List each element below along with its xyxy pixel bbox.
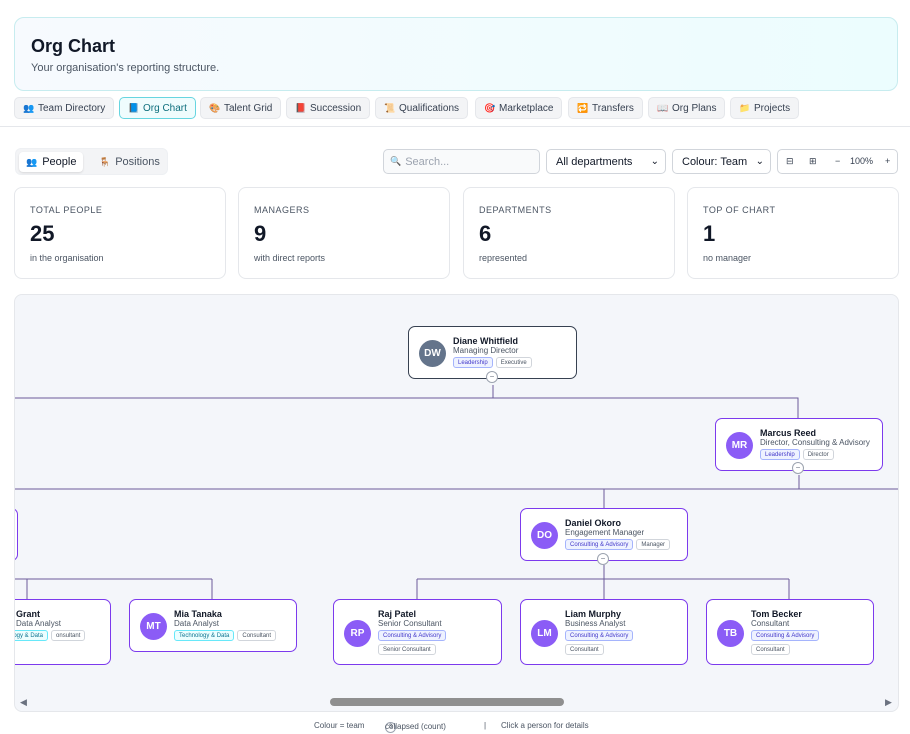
tab-transfers[interactable]: 🔁 Transfers bbox=[568, 97, 643, 119]
collapse-all-icon[interactable]: ⊟ bbox=[786, 156, 794, 167]
position-tag: Consultant bbox=[751, 644, 790, 655]
team-tag: Technology & Data bbox=[174, 630, 235, 641]
page-header: Org Chart Your organisation's reporting … bbox=[14, 17, 898, 91]
position-icon: 🪑 bbox=[99, 156, 111, 167]
person-role: Senior Consultant bbox=[378, 619, 442, 628]
org-chart-page: Org Chart Your organisation's reporting … bbox=[0, 0, 910, 734]
stat-card-total-people: TOTAL PEOPLE 25 in the organisation bbox=[14, 187, 226, 279]
person-name: Daniel Okoro bbox=[565, 518, 622, 528]
org-chart-icon: 📘 bbox=[128, 102, 140, 113]
team-tag: Consulting & Advisory bbox=[565, 630, 634, 641]
position-tag: Consultant bbox=[237, 630, 277, 641]
person-card-tom-becker[interactable]: TB Tom Becker Consultant Consulting & Ad… bbox=[706, 599, 874, 665]
zoom-controls: ⊟ ⊞ − 100% + bbox=[777, 149, 898, 174]
stat-card-top-of-chart: TOP OF CHART 1 no manager bbox=[687, 187, 899, 279]
people-icon: 👥 bbox=[23, 102, 35, 113]
position-tag: Senior Consultant bbox=[378, 644, 436, 655]
book-icon: 📖 bbox=[657, 102, 669, 113]
person-card-offscreen[interactable] bbox=[15, 508, 18, 561]
tab-team-directory[interactable]: 👥 Team Directory bbox=[14, 97, 115, 119]
person-role: Data Analyst bbox=[174, 619, 219, 628]
position-tag: onsultant bbox=[51, 630, 86, 641]
avatar: TB bbox=[717, 620, 744, 647]
zoom-level: 100% bbox=[850, 156, 874, 166]
stat-card-departments: DEPARTMENTS 6 represented bbox=[463, 187, 675, 279]
zoom-in-button[interactable]: + bbox=[885, 156, 890, 166]
position-tag: Director bbox=[802, 449, 834, 460]
search-input[interactable]: 🔍 Search... bbox=[383, 149, 540, 174]
scroll-icon: 📜 bbox=[384, 102, 396, 113]
chart-toolbar: 👥 People 🪑 Positions 🔍 Search... All depart… bbox=[0, 148, 910, 176]
person-name: Raj Patel bbox=[378, 609, 417, 619]
scroll-right-icon[interactable]: ▶ bbox=[885, 697, 892, 708]
person-name: Diane Whitfield bbox=[453, 336, 518, 346]
team-tag: Leadership bbox=[760, 449, 800, 460]
zoom-out-button[interactable]: − bbox=[835, 156, 840, 166]
position-tag: Executive bbox=[495, 357, 532, 368]
grid-icon: 🎨 bbox=[209, 102, 221, 113]
tab-marketplace[interactable]: 🎯 Marketplace bbox=[475, 97, 563, 119]
person-name: Mia Tanaka bbox=[174, 609, 222, 619]
module-tabs: 👥 Team Directory 📘 Org Chart 🎨 Talent Grid … bbox=[0, 95, 910, 127]
view-toggle: 👥 People 🪑 Positions bbox=[15, 148, 168, 175]
tab-qualifications[interactable]: 📜 Qualifications bbox=[375, 97, 469, 119]
chevron-down-icon: ⌄ bbox=[755, 156, 764, 167]
tab-org-plans[interactable]: 📖 Org Plans bbox=[648, 97, 726, 119]
team-tag: logy & Data bbox=[15, 630, 49, 641]
person-card-mia-tanaka[interactable]: MT Mia Tanaka Data Analyst Technology & … bbox=[129, 599, 297, 652]
person-role: Consultant bbox=[751, 619, 790, 628]
avatar: LM bbox=[531, 620, 558, 647]
target-icon: 🎯 bbox=[484, 102, 496, 113]
person-name: Grant bbox=[16, 609, 41, 619]
transfer-icon: 🔁 bbox=[577, 102, 589, 113]
person-name: Tom Becker bbox=[751, 609, 802, 619]
expand-all-icon[interactable]: ⊞ bbox=[809, 156, 817, 167]
department-select[interactable]: All departments ⌄ bbox=[546, 149, 666, 174]
chevron-down-icon: ⌄ bbox=[650, 156, 659, 167]
position-tag: Manager bbox=[636, 539, 671, 550]
person-card-grant[interactable]: Grant Data Analyst logy & Data onsultant bbox=[15, 599, 111, 665]
scrollbar-thumb[interactable] bbox=[330, 698, 564, 706]
chart-legend: Colour = team 3 collapsed (count) | Click… bbox=[314, 721, 589, 733]
org-chart-canvas[interactable]: DW Diane Whitfield Managing Director Lea… bbox=[14, 294, 899, 712]
avatar: DW bbox=[419, 340, 446, 367]
avatar: RP bbox=[344, 620, 371, 647]
folder-icon: 📁 bbox=[739, 102, 751, 113]
horizontal-scrollbar[interactable]: ◀ ▶ bbox=[14, 694, 899, 712]
team-tag: Consulting & Advisory bbox=[378, 630, 447, 641]
person-role: Engagement Manager bbox=[565, 528, 645, 537]
page-subtitle: Your organisation's reporting structure. bbox=[31, 62, 220, 74]
page-title: Org Chart bbox=[31, 36, 116, 56]
scroll-left-icon[interactable]: ◀ bbox=[20, 697, 27, 708]
person-role: Managing Director bbox=[453, 346, 519, 355]
collapse-toggle[interactable]: − bbox=[486, 371, 498, 383]
person-name: Marcus Reed bbox=[760, 428, 817, 438]
avatar: DO bbox=[531, 522, 558, 549]
tab-projects[interactable]: 📁 Projects bbox=[730, 97, 800, 119]
view-positions-button[interactable]: 🪑 Positions bbox=[92, 152, 167, 172]
position-tag: Consultant bbox=[565, 644, 604, 655]
tab-talent-grid[interactable]: 🎨 Talent Grid bbox=[200, 97, 282, 119]
search-icon: 🔍 bbox=[390, 156, 402, 166]
team-tag: Consulting & Advisory bbox=[565, 539, 634, 550]
tab-org-chart[interactable]: 📘 Org Chart bbox=[119, 97, 196, 119]
stat-card-managers: MANAGERS 9 with direct reports bbox=[238, 187, 450, 279]
team-tag: Leadership bbox=[453, 357, 493, 368]
view-people-button[interactable]: 👥 People bbox=[19, 152, 84, 172]
person-role: Business Analyst bbox=[565, 619, 626, 628]
avatar: MT bbox=[140, 613, 167, 640]
collapse-toggle[interactable]: − bbox=[597, 553, 609, 565]
team-tag: Consulting & Advisory bbox=[751, 630, 820, 641]
avatar: MR bbox=[726, 432, 753, 459]
person-role: Data Analyst bbox=[16, 619, 61, 628]
person-card-raj-patel[interactable]: RP Raj Patel Senior Consultant Consultin… bbox=[333, 599, 502, 665]
person-card-liam-murphy[interactable]: LM Liam Murphy Business Analyst Consulti… bbox=[520, 599, 688, 665]
collapse-toggle[interactable]: − bbox=[792, 462, 804, 474]
succession-icon: 📕 bbox=[295, 102, 307, 113]
colour-select[interactable]: Colour: Team ⌄ bbox=[672, 149, 771, 174]
people-icon: 👥 bbox=[26, 156, 38, 167]
person-name: Liam Murphy bbox=[565, 609, 622, 619]
tab-succession[interactable]: 📕 Succession bbox=[286, 97, 371, 119]
person-role: Director, Consulting & Advisory bbox=[760, 438, 870, 447]
